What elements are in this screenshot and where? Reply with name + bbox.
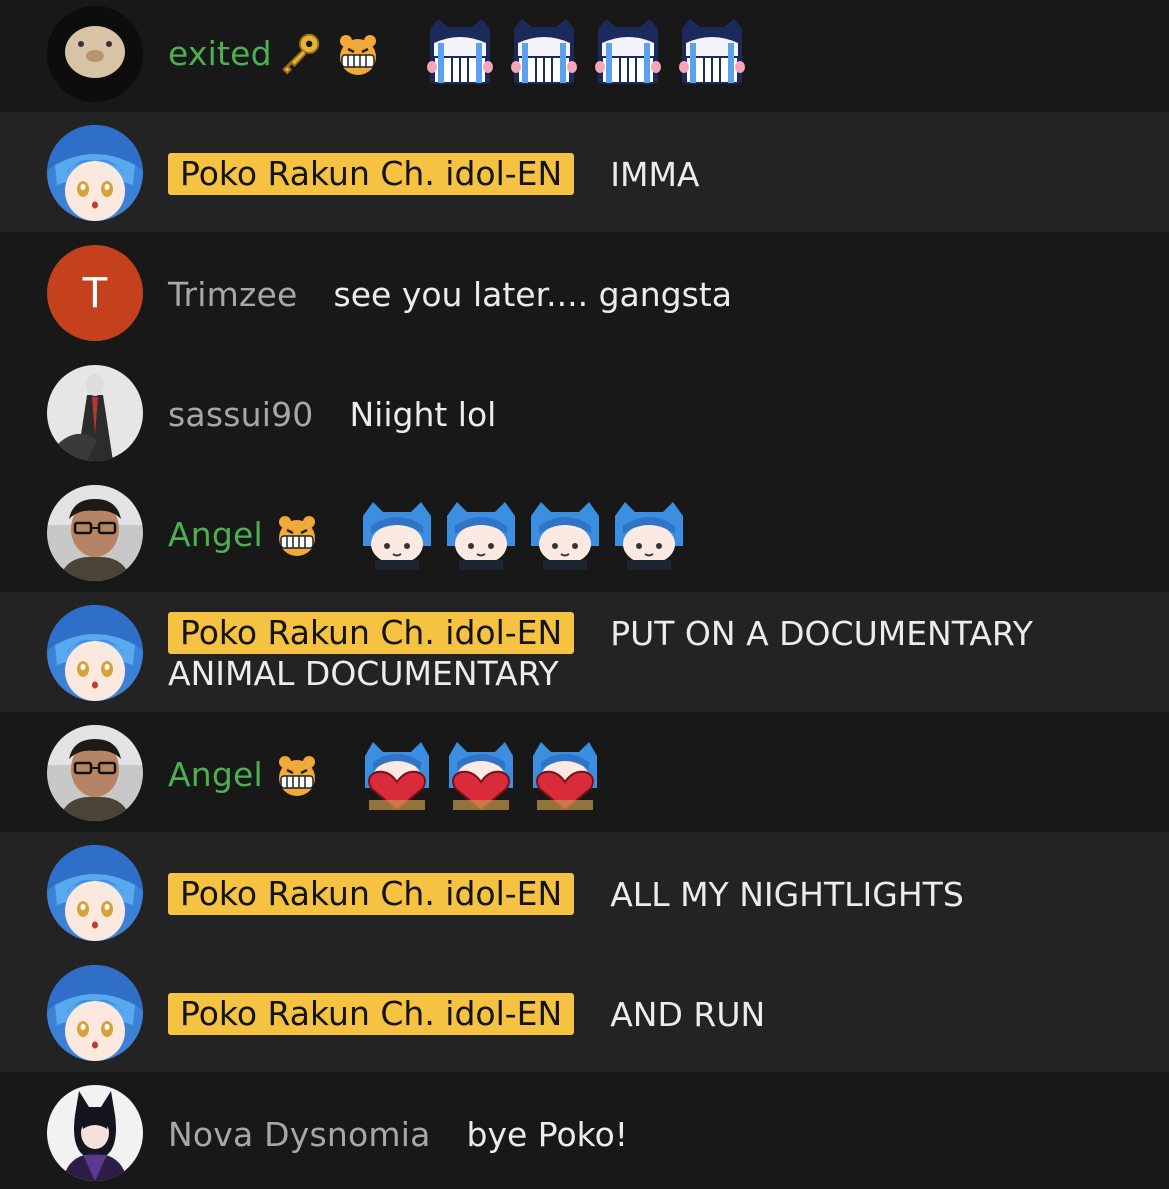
- message-text: PUT ON A DOCUMENTARY: [610, 613, 1033, 653]
- heart-emote: [445, 738, 517, 810]
- key-icon: [278, 31, 322, 75]
- chat-message: Angel: [0, 712, 1169, 832]
- author-name[interactable]: Angel: [168, 515, 263, 554]
- avatar[interactable]: [47, 365, 143, 461]
- author-name[interactable]: exited: [168, 34, 272, 73]
- avatar-image: [47, 725, 143, 821]
- message-line: Trimzee see you later.... gangsta: [168, 272, 732, 316]
- crying-emote: [676, 17, 748, 89]
- avatar[interactable]: [47, 6, 143, 102]
- avatar[interactable]: [47, 965, 143, 1061]
- author-name[interactable]: Trimzee: [168, 275, 298, 314]
- message-line: Poko Rakun Ch. idol-EN IMMA: [168, 152, 700, 196]
- author-name[interactable]: Angel: [168, 755, 263, 794]
- chat-message: sassui90 Niight lol: [0, 352, 1169, 472]
- message-line: Angel: [168, 752, 601, 796]
- message-text: see you later.... gangsta: [333, 274, 732, 314]
- message-text: IMMA: [610, 154, 700, 194]
- author-name-owner[interactable]: Poko Rakun Ch. idol-EN: [168, 612, 575, 654]
- avatar-image: [47, 605, 143, 701]
- author-name[interactable]: Nova Dysnomia: [168, 1115, 431, 1154]
- avatar-image: [47, 965, 143, 1061]
- avatar-image: [47, 365, 143, 461]
- message-line: Poko Rakun Ch. idol-EN AND RUN: [168, 992, 765, 1036]
- avatar[interactable]: [47, 1085, 143, 1181]
- message-line: Angel: [168, 512, 685, 556]
- emote-group: [361, 738, 601, 810]
- avatar-image: [47, 845, 143, 941]
- chat-message: Poko Rakun Ch. idol-EN AND RUN: [0, 952, 1169, 1072]
- poko-emote: [361, 498, 433, 570]
- message-text-continued: ANIMAL DOCUMENTARY: [168, 654, 559, 693]
- poko-emote: [529, 498, 601, 570]
- avatar-image: [47, 1085, 143, 1181]
- message-text: bye Poko!: [466, 1114, 629, 1154]
- avatar[interactable]: [47, 125, 143, 221]
- heart-emote: [529, 738, 601, 810]
- chat-message: T Trimzee see you later.... gangsta: [0, 232, 1169, 352]
- avatar[interactable]: [47, 725, 143, 821]
- crying-emote: [508, 17, 580, 89]
- chat-message: Poko Rakun Ch. idol-EN PUT ON A DOCUMENT…: [0, 592, 1169, 712]
- message-line: exited: [168, 31, 748, 75]
- message-text: ALL MY NIGHTLIGHTS: [610, 874, 964, 914]
- avatar-letter: T: [81, 268, 109, 317]
- emote-group: [361, 498, 685, 570]
- chat-message: Poko Rakun Ch. idol-EN IMMA: [0, 112, 1169, 232]
- message-text: Niight lol: [349, 394, 497, 434]
- poko-emote: [445, 498, 517, 570]
- poko-emote: [613, 498, 685, 570]
- member-badge-icon: [334, 29, 382, 77]
- chat-message: Nova Dysnomia bye Poko!: [0, 1072, 1169, 1189]
- message-line: Nova Dysnomia bye Poko!: [168, 1112, 628, 1156]
- chat-message: Angel: [0, 472, 1169, 592]
- message-text: AND RUN: [610, 994, 766, 1034]
- avatar-image: [47, 485, 143, 581]
- heart-emote: [361, 738, 433, 810]
- avatar-image: [47, 125, 143, 221]
- chat-message: Poko Rakun Ch. idol-EN ALL MY NIGHTLIGHT…: [0, 832, 1169, 952]
- avatar[interactable]: [47, 845, 143, 941]
- author-name-owner[interactable]: Poko Rakun Ch. idol-EN: [168, 993, 575, 1035]
- member-badge-icon: [273, 750, 321, 798]
- crying-emote: [592, 17, 664, 89]
- author-name[interactable]: sassui90: [168, 395, 313, 434]
- live-chat: exited Poko Rakun Ch. idol-EN IMMA T Tri…: [0, 0, 1169, 1189]
- message-line: sassui90 Niight lol: [168, 392, 496, 436]
- author-name-owner[interactable]: Poko Rakun Ch. idol-EN: [168, 153, 575, 195]
- avatar[interactable]: [47, 605, 143, 701]
- author-name-owner[interactable]: Poko Rakun Ch. idol-EN: [168, 873, 575, 915]
- avatar[interactable]: [47, 485, 143, 581]
- avatar[interactable]: T: [47, 245, 143, 341]
- avatar-image: [47, 6, 143, 102]
- crying-emote: [424, 17, 496, 89]
- message-line: Poko Rakun Ch. idol-EN ALL MY NIGHTLIGHT…: [168, 872, 964, 916]
- chat-message: exited: [0, 0, 1169, 112]
- emote-group: [424, 17, 748, 89]
- member-badge-icon: [273, 510, 321, 558]
- message-line: Poko Rakun Ch. idol-EN PUT ON A DOCUMENT…: [168, 611, 1033, 655]
